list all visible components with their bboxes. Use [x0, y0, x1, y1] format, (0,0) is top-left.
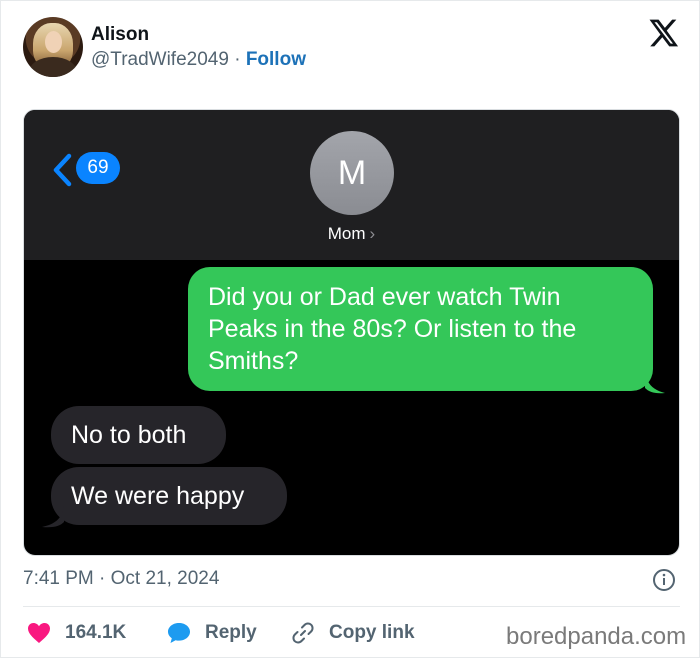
divider [23, 606, 680, 607]
avatar-face [45, 31, 62, 53]
reply-button[interactable]: Reply [167, 620, 257, 646]
bubble-tail-icon [42, 506, 64, 528]
bubble-tail-icon [645, 372, 665, 394]
sent-message-bubble: Did you or Dad ever watch Twin Peaks in … [188, 267, 653, 391]
author-handle-line: @TradWife2049 · Follow [91, 49, 306, 71]
copy-link-button[interactable]: Copy link [291, 620, 415, 646]
author-avatar[interactable] [23, 17, 83, 77]
like-count: 164.1K [65, 622, 127, 643]
tweet-timestamp[interactable]: 7:41 PM · Oct 21, 2024 [23, 568, 219, 590]
reply-label: Reply [205, 622, 257, 643]
follow-button[interactable]: Follow [246, 49, 306, 70]
x-logo-icon[interactable] [647, 17, 679, 49]
author-name[interactable]: Alison [91, 24, 149, 46]
link-icon [292, 622, 314, 644]
chevron-left-icon[interactable] [50, 152, 74, 188]
unread-badge[interactable]: 69 [76, 152, 120, 184]
like-button[interactable]: 164.1K [27, 620, 126, 646]
contact-name: Mom [327, 224, 366, 243]
message-screenshot[interactable]: 69 M Mom › Did you or Dad ever watch Twin… [23, 109, 680, 556]
speech-bubble-icon [168, 623, 190, 643]
tweet-card: Alison @TradWife2049 · Follow 69 M Mom › … [0, 0, 700, 658]
chevron-right-icon: › [369, 224, 376, 243]
heart-icon [28, 623, 50, 643]
received-message-bubble: We were happy [51, 467, 287, 525]
contact-avatar[interactable]: M [310, 131, 394, 215]
copy-link-label: Copy link [329, 622, 415, 643]
contact-name-row[interactable]: Mom › [24, 224, 679, 244]
author-handle[interactable]: @TradWife2049 [91, 49, 229, 70]
watermark: boredpanda.com [506, 623, 687, 650]
received-message-bubble: No to both [51, 406, 226, 464]
info-icon[interactable] [652, 568, 676, 592]
handle-separator: · [228, 49, 246, 70]
